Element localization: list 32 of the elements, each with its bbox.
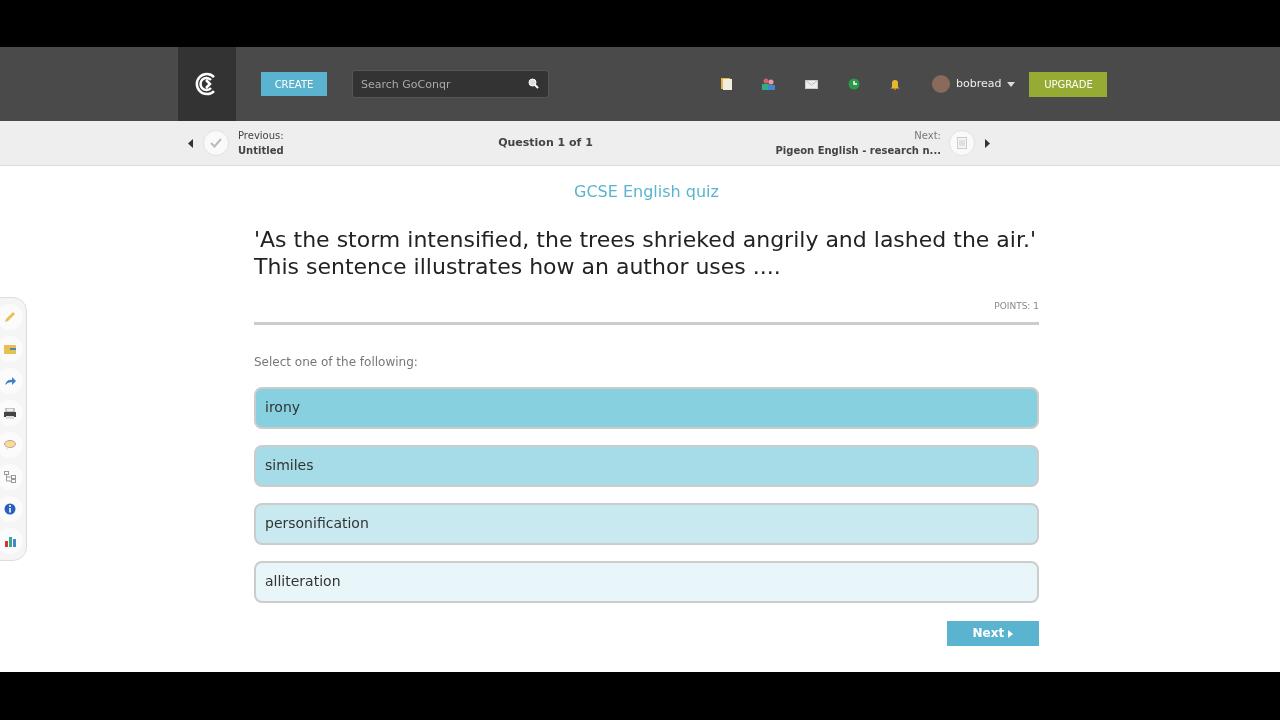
clock-icon[interactable] — [848, 78, 860, 90]
previous-title[interactable]: Untitled — [238, 143, 388, 158]
people-icon[interactable] — [762, 78, 775, 90]
previous-label: Previous: — [238, 129, 285, 143]
next-arrow-icon[interactable] — [985, 138, 990, 148]
answer-option[interactable]: alliteration — [254, 560, 1039, 603]
check-icon[interactable] — [203, 130, 229, 156]
username[interactable]: bobread — [956, 75, 1002, 93]
diagram-icon[interactable] — [0, 464, 23, 490]
bell-icon[interactable] — [890, 78, 900, 90]
bar-chart-icon[interactable] — [0, 528, 23, 554]
answer-option[interactable]: personification — [254, 502, 1039, 545]
next-title[interactable]: Pigeon English - research n... — [711, 143, 941, 158]
search-field[interactable]: Search GoConqr — [352, 70, 549, 98]
answer-option[interactable]: irony — [254, 386, 1039, 429]
caret-icon[interactable] — [1007, 81, 1016, 87]
info-icon[interactable] — [0, 496, 23, 522]
question-text: 'As the storm intensified, the trees shrieked angrily and lashed the air.' This sentence illustrates how an author uses .... — [254, 226, 1038, 280]
question-counter: Question 1 of 1 — [497, 134, 594, 151]
avatar-icon — [932, 75, 950, 93]
user-menu[interactable]: bobread — [932, 75, 1016, 93]
search-icon[interactable] — [528, 78, 539, 89]
next-label: Next: — [913, 129, 941, 143]
points-label: POINTS: 1 — [254, 300, 1039, 325]
document-icon[interactable] — [721, 78, 732, 90]
quiz-title: GCSE English quiz — [573, 181, 720, 203]
answer-option[interactable]: similes — [254, 444, 1039, 487]
caret-icon — [1008, 629, 1014, 638]
instruction-text: Select one of the following: — [254, 353, 419, 371]
envelope-icon[interactable] — [805, 79, 818, 89]
printer-icon[interactable] — [0, 400, 23, 426]
previous-arrow-icon[interactable] — [188, 138, 193, 148]
